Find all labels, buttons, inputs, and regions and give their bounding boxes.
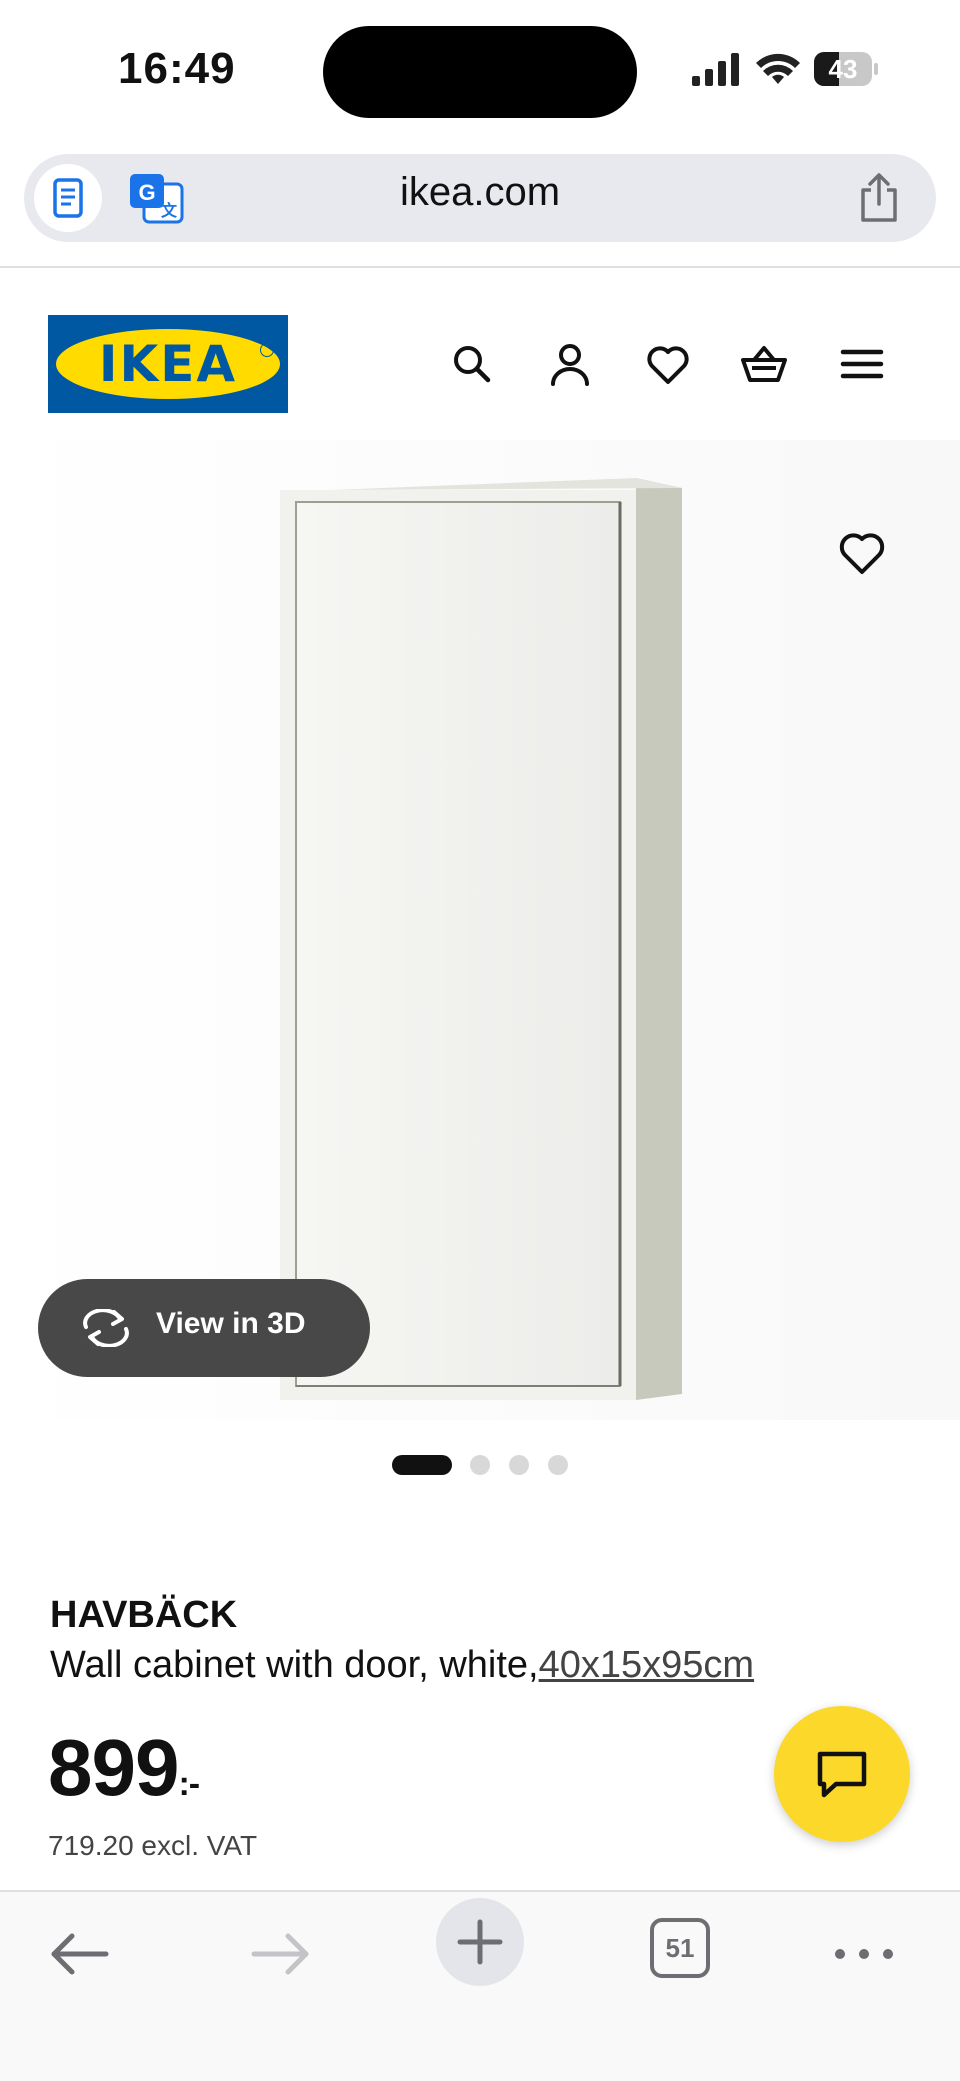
favourites-button[interactable] <box>644 340 692 388</box>
price-suffix: :- <box>178 1765 200 1803</box>
new-tab-button[interactable] <box>436 1898 524 1986</box>
share-button[interactable] <box>854 172 904 224</box>
divider <box>0 1890 960 1892</box>
product-price: 899:- <box>48 1722 200 1814</box>
chat-icon <box>817 1751 867 1798</box>
account-icon <box>551 344 589 386</box>
wifi-icon <box>754 50 802 86</box>
plus-icon <box>457 1919 503 1965</box>
product-description-text: Wall cabinet with door, white, <box>50 1644 539 1686</box>
carousel-dot[interactable] <box>548 1455 568 1475</box>
share-icon <box>861 173 897 222</box>
url-text[interactable]: ikea.com <box>300 170 660 215</box>
heart-icon <box>839 533 885 574</box>
divider <box>0 266 960 268</box>
carousel-dot[interactable] <box>509 1455 529 1475</box>
tab-switcher-button[interactable]: 51 <box>650 1918 710 1978</box>
search-button[interactable] <box>448 340 496 388</box>
battery-icon: 43 <box>814 52 878 88</box>
more-dots-icon <box>835 1949 893 1959</box>
more-options-button[interactable] <box>832 1918 896 1990</box>
view-in-3d-button[interactable]: View in 3D <box>38 1279 370 1377</box>
price-value: 899 <box>48 1723 179 1812</box>
heart-icon <box>647 346 689 384</box>
view-in-3d-label: View in 3D <box>156 1307 306 1340</box>
search-icon <box>454 346 491 383</box>
google-translate-icon: G 文 <box>130 174 184 224</box>
wall-cabinet-image <box>0 440 960 1420</box>
account-button[interactable] <box>546 340 594 388</box>
battery-percent: 43 <box>828 54 858 84</box>
svg-text:文: 文 <box>161 201 178 220</box>
product-dimensions-link[interactable]: 40x15x95cm <box>539 1644 754 1686</box>
translate-button[interactable]: G 文 <box>128 172 184 224</box>
carousel-dot-active[interactable] <box>392 1455 452 1475</box>
add-to-favourites-button[interactable] <box>836 526 888 578</box>
back-button[interactable] <box>44 1918 116 1990</box>
dynamic-island <box>323 26 637 118</box>
ikea-logo[interactable]: IKEA <box>48 315 288 413</box>
status-time: 16:49 <box>118 44 236 93</box>
menu-button[interactable] <box>838 340 886 388</box>
logo-text: IKEA <box>98 335 238 393</box>
reader-mode-button[interactable] <box>34 164 102 232</box>
menu-icon <box>840 349 884 379</box>
price-excl-vat: 719.20 excl. VAT <box>48 1830 258 1861</box>
product-description: Wall cabinet with door, white,40x15x95cm <box>50 1644 754 1687</box>
product-name: HAVBÄCK <box>50 1594 238 1636</box>
product-image[interactable] <box>0 440 960 1420</box>
carousel-dot[interactable] <box>470 1455 490 1475</box>
cellular-signal-icon <box>690 52 742 86</box>
forward-button[interactable] <box>244 1918 316 1990</box>
document-icon <box>53 178 83 218</box>
rotate-3d-icon <box>83 1309 129 1347</box>
arrow-left-icon <box>51 1933 109 1975</box>
shopping-basket-icon <box>741 346 787 382</box>
basket-button[interactable] <box>740 340 788 388</box>
svg-text:G: G <box>138 180 155 205</box>
arrow-right-icon <box>251 1933 309 1975</box>
chat-button[interactable] <box>774 1706 910 1842</box>
